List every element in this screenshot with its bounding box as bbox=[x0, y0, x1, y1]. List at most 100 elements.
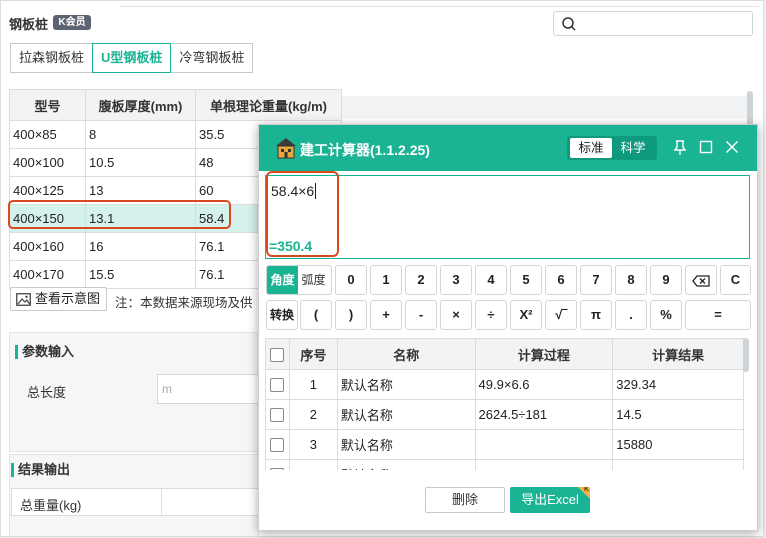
cell-result: 15880 bbox=[612, 429, 744, 460]
export-excel-button[interactable]: 导出Excel K bbox=[510, 487, 590, 513]
cell-thickness: 10.5 bbox=[85, 148, 196, 177]
history-row[interactable]: 3 默认名称 15880 bbox=[265, 429, 744, 460]
convert-button[interactable]: 转换 bbox=[266, 300, 298, 330]
key-5[interactable]: 5 bbox=[510, 265, 542, 295]
key-4[interactable]: 4 bbox=[475, 265, 507, 295]
cell-name: 默认名称 bbox=[336, 369, 476, 400]
cell-process: 2624.5÷181 bbox=[474, 399, 614, 430]
key-multiply[interactable]: × bbox=[440, 300, 472, 330]
backspace-icon bbox=[692, 274, 710, 287]
cell-result: 329.34 bbox=[612, 369, 744, 400]
angle-radian[interactable]: 弧度 bbox=[298, 266, 329, 294]
key-decimal[interactable]: . bbox=[615, 300, 647, 330]
column-header-process: 计算过程 bbox=[474, 338, 614, 370]
key-3[interactable]: 3 bbox=[440, 265, 472, 295]
mode-scientific[interactable]: 科学 bbox=[612, 138, 654, 158]
backspace-key[interactable] bbox=[685, 265, 717, 295]
total-weight-row: 总重量(kg) bbox=[11, 488, 259, 516]
maximize-icon[interactable] bbox=[699, 140, 713, 154]
search-input[interactable] bbox=[553, 11, 753, 36]
key-6[interactable]: 6 bbox=[545, 265, 577, 295]
key-2[interactable]: 2 bbox=[405, 265, 437, 295]
column-header-weight: 单根理论重量(kg/m) bbox=[195, 89, 342, 121]
key-9[interactable]: 9 bbox=[650, 265, 682, 295]
display-highlight bbox=[266, 171, 339, 257]
tab-u-type[interactable]: U型钢板桩 bbox=[92, 43, 172, 73]
key-open-paren[interactable]: ( bbox=[300, 300, 332, 330]
history-table: 序号 名称 计算过程 计算结果 1 默认名称 49.9×6.6 329.34 2 bbox=[265, 338, 744, 470]
key-percent[interactable]: % bbox=[650, 300, 682, 330]
view-diagram-label: 查看示意图 bbox=[35, 291, 101, 306]
total-length-input[interactable]: m bbox=[157, 374, 259, 404]
column-header-model: 型号 bbox=[9, 89, 86, 121]
cell-process: 49.9×6.6 bbox=[474, 369, 614, 400]
key-sqrt[interactable]: √‾ bbox=[545, 300, 577, 330]
cell-model: 400×170 bbox=[9, 260, 86, 289]
column-header-name: 名称 bbox=[336, 338, 476, 370]
pin-icon[interactable] bbox=[673, 140, 687, 156]
cell-model: 400×100 bbox=[9, 148, 86, 177]
pile-type-tabs: 拉森钢板桩 U型钢板桩 冷弯钢板桩 bbox=[10, 43, 254, 73]
key-0[interactable]: 0 bbox=[335, 265, 367, 295]
key-clear[interactable]: C bbox=[720, 265, 751, 295]
row-checkbox[interactable] bbox=[265, 429, 290, 460]
column-header-web-thickness: 腹板厚度(mm) bbox=[85, 89, 196, 121]
angle-toggle: 角度 弧度 bbox=[266, 265, 332, 295]
cell-model: 400×85 bbox=[9, 120, 86, 149]
cell-index: 2 bbox=[288, 399, 338, 430]
select-all-checkbox[interactable] bbox=[265, 338, 290, 370]
key-close-paren[interactable]: ) bbox=[335, 300, 367, 330]
key-pi[interactable]: π bbox=[580, 300, 612, 330]
cell-process bbox=[474, 459, 614, 470]
history-row[interactable]: 1 默认名称 49.9×6.6 329.34 bbox=[265, 369, 744, 400]
checkbox bbox=[270, 438, 285, 453]
key-minus[interactable]: - bbox=[405, 300, 437, 330]
view-diagram-button[interactable]: 查看示意图 bbox=[10, 287, 108, 311]
row-checkbox[interactable] bbox=[265, 399, 290, 430]
cell-thickness: 13.1 bbox=[85, 204, 196, 233]
key-7[interactable]: 7 bbox=[580, 265, 612, 295]
mode-switch: 标准 科学 bbox=[567, 136, 657, 160]
cell-thickness: 8 bbox=[85, 120, 196, 149]
key-plus[interactable]: + bbox=[370, 300, 402, 330]
row-checkbox[interactable] bbox=[265, 369, 290, 400]
key-1[interactable]: 1 bbox=[370, 265, 402, 295]
page-title: 钢板桩 bbox=[9, 17, 49, 32]
key-divide[interactable]: ÷ bbox=[475, 300, 507, 330]
tab-cold-formed[interactable]: 冷弯钢板桩 bbox=[170, 43, 254, 73]
image-icon bbox=[16, 292, 31, 306]
cell-result: 14.5 bbox=[612, 399, 744, 430]
key-square[interactable]: X² bbox=[510, 300, 542, 330]
history-row[interactable]: 4 默认名称 15880 bbox=[265, 459, 744, 470]
key-equals[interactable]: = bbox=[685, 300, 751, 330]
row-checkbox[interactable] bbox=[265, 459, 290, 470]
key-8[interactable]: 8 bbox=[615, 265, 647, 295]
total-weight-label: 总重量(kg) bbox=[20, 498, 82, 513]
table-header-band bbox=[341, 96, 751, 118]
angle-degree[interactable]: 角度 bbox=[267, 266, 298, 294]
total-length-label: 总长度 bbox=[27, 385, 67, 400]
cell-name: 默认名称 bbox=[336, 399, 476, 430]
vip-badge: K会员 bbox=[53, 15, 91, 30]
param-section-title: 参数输入 bbox=[15, 345, 74, 359]
mode-standard[interactable]: 标准 bbox=[570, 138, 612, 158]
history-table-container: 序号 名称 计算过程 计算结果 1 默认名称 49.9×6.6 329.34 2 bbox=[265, 338, 744, 470]
cell-result: 15880 bbox=[612, 459, 744, 470]
close-icon[interactable] bbox=[725, 140, 739, 154]
cell-index: 4 bbox=[288, 459, 338, 470]
delete-button[interactable]: 删除 bbox=[425, 487, 505, 513]
top-divider bbox=[119, 1, 759, 7]
calculator-titlebar[interactable]: 建工计算器(1.1.2.25) 标准 科学 bbox=[259, 125, 757, 171]
export-excel-label: 导出Excel bbox=[521, 492, 579, 507]
cell-model: 400×160 bbox=[9, 232, 86, 261]
checkbox bbox=[270, 347, 285, 362]
checkbox bbox=[270, 468, 285, 470]
history-scrollbar[interactable] bbox=[743, 338, 749, 372]
vip-corner-letter: K bbox=[583, 487, 589, 493]
search-icon bbox=[562, 17, 576, 31]
cell-index: 3 bbox=[288, 429, 338, 460]
history-row[interactable]: 2 默认名称 2624.5÷181 14.5 bbox=[265, 399, 744, 430]
cell-name: 默认名称 bbox=[336, 429, 476, 460]
tab-larssen[interactable]: 拉森钢板桩 bbox=[10, 43, 94, 73]
data-source-note: 注：本数据来源现场及供 bbox=[115, 296, 253, 310]
